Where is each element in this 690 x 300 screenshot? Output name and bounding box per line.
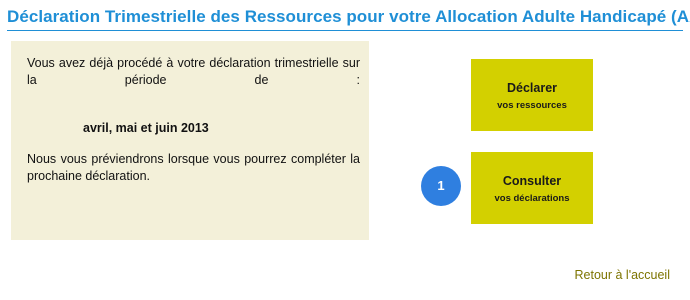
declaration-info-panel: Vous avez déjà procédé à votre déclarati… xyxy=(11,41,369,240)
info-intro-text: Vous avez déjà procédé à votre déclarati… xyxy=(27,56,360,87)
declarer-subtitle: vos ressources xyxy=(497,100,567,111)
consulter-title: Consulter xyxy=(502,174,562,188)
page-title: Déclaration Trimestrielle des Ressources… xyxy=(7,7,690,26)
title-divider xyxy=(7,30,683,31)
info-notice-text: Nous vous préviendrons lorsque vous pour… xyxy=(27,152,360,183)
declarer-button[interactable]: Déclarer vos ressources xyxy=(471,59,593,131)
consulter-button[interactable]: Consulter vos déclarations xyxy=(471,152,593,224)
consulter-subtitle: vos déclarations xyxy=(494,193,570,204)
declarer-title: Déclarer xyxy=(506,81,558,95)
declaration-period: avril, mai et juin 2013 xyxy=(83,121,209,135)
back-to-home-link[interactable]: Retour à l'accueil xyxy=(575,268,671,282)
declarations-count-badge: 1 xyxy=(421,166,461,206)
